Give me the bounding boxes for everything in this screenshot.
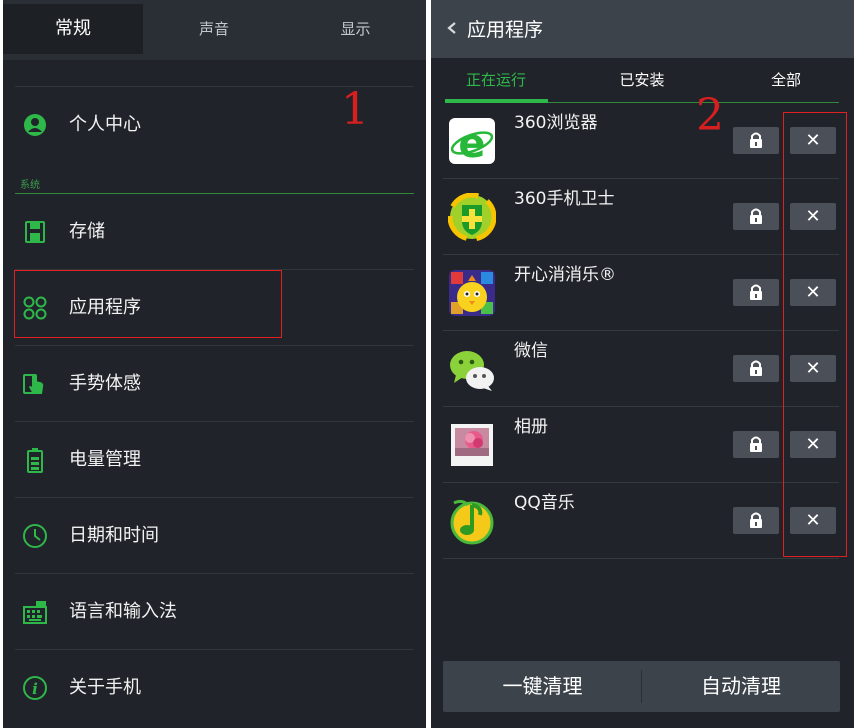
tab-all[interactable]: 全部 [731, 58, 841, 102]
lock-icon [750, 132, 762, 148]
settings-item-label: 日期和时间 [69, 525, 159, 546]
wechat-icon [450, 351, 494, 391]
tab-general[interactable]: 常规 [3, 4, 143, 54]
happy-elimination-icon [449, 270, 495, 316]
back-icon[interactable] [445, 17, 459, 39]
divider [15, 649, 414, 650]
tab-display[interactable]: 显示 [285, 4, 426, 54]
app-name: 开心消消乐® [514, 265, 616, 285]
app-name: 相册 [514, 417, 548, 437]
clock-icon [23, 524, 47, 548]
info-icon: i [23, 676, 47, 700]
gallery-icon [451, 424, 493, 466]
divider [15, 421, 414, 422]
battery-icon [27, 448, 43, 473]
settings-item-label: 存储 [69, 221, 105, 242]
settings-panel: 常规 声音 显示 个人中心 系统 存储 应用程序 手势体感 电量管理 日期和时间… [3, 0, 426, 728]
settings-item-gesture[interactable]: 手势体感 [3, 347, 426, 421]
page-title: 应用程序 [467, 19, 544, 41]
annotation-highlight-box [14, 270, 282, 338]
app-row-360-security[interactable]: 360手机卫士 ✕ [443, 179, 839, 255]
app-name: 微信 [514, 341, 548, 361]
row-divider [443, 558, 839, 559]
settings-item-language-input[interactable]: 语言和输入法 [3, 575, 426, 649]
keyboard-icon [23, 601, 47, 624]
lock-icon [750, 436, 762, 452]
divider [15, 345, 414, 346]
apps-panel: 应用程序 正在运行 已安装 全部 e 360浏览器 ✕ 360手机卫士 ✕ 开心… [431, 0, 854, 728]
settings-item-storage[interactable]: 存储 [3, 195, 426, 269]
tab-installed[interactable]: 已安装 [587, 58, 697, 102]
app-row-360-browser[interactable]: e 360浏览器 ✕ [443, 103, 839, 179]
lock-icon [750, 284, 762, 300]
settings-item-battery[interactable]: 电量管理 [3, 423, 426, 497]
tab-sound[interactable]: 声音 [143, 4, 285, 54]
section-label-system: 系统 [20, 180, 40, 191]
lock-button[interactable] [733, 203, 779, 230]
tab-running[interactable]: 正在运行 [445, 58, 547, 102]
app-name: 360浏览器 [514, 113, 598, 133]
app-row-qq-music[interactable]: QQ音乐 ✕ [443, 483, 839, 559]
svg-text:i: i [32, 680, 38, 698]
svg-text:e: e [458, 121, 485, 165]
lock-button[interactable] [733, 431, 779, 458]
gesture-icon [23, 374, 44, 394]
lock-icon [750, 208, 762, 224]
app-name: 360手机卫士 [514, 189, 615, 209]
one-key-clean-button[interactable]: 一键清理 [443, 661, 642, 712]
bottom-action-bar: 一键清理 自动清理 [443, 661, 840, 712]
settings-item-date-time[interactable]: 日期和时间 [3, 499, 426, 573]
app-row-happy-elimination[interactable]: 开心消消乐® ✕ [443, 255, 839, 331]
settings-item-label: 关于手机 [69, 677, 141, 698]
annotation-highlight-box [783, 112, 847, 557]
person-icon [24, 114, 46, 136]
settings-item-label: 电量管理 [69, 449, 141, 470]
lock-button[interactable] [733, 279, 779, 306]
settings-item-about-phone[interactable]: i 关于手机 [3, 651, 426, 725]
lock-icon [750, 360, 762, 376]
app-name: QQ音乐 [514, 493, 575, 513]
360-security-icon [448, 193, 496, 241]
app-row-gallery[interactable]: 相册 ✕ [443, 407, 839, 483]
lock-button[interactable] [733, 127, 779, 154]
lock-icon [750, 512, 762, 528]
divider [15, 573, 414, 574]
section-divider [15, 193, 414, 194]
settings-tabbar: 常规 声音 显示 [3, 0, 426, 60]
apps-subtabs: 正在运行 已安装 全部 [431, 58, 854, 104]
settings-item-label: 语言和输入法 [69, 601, 177, 622]
annotation-number-1: 1 [341, 84, 369, 135]
qq-music-icon [450, 499, 494, 545]
apps-header: 应用程序 [431, 0, 854, 58]
settings-item-label: 手势体感 [69, 373, 141, 394]
storage-icon [25, 221, 45, 243]
app-row-wechat[interactable]: 微信 ✕ [443, 331, 839, 407]
lock-button[interactable] [733, 507, 779, 534]
360-browser-icon: e [449, 118, 495, 165]
divider [15, 497, 414, 498]
lock-button[interactable] [733, 355, 779, 382]
settings-item-label: 个人中心 [69, 114, 141, 135]
annotation-number-2: 2 [696, 90, 724, 141]
auto-clean-button[interactable]: 自动清理 [642, 661, 840, 712]
